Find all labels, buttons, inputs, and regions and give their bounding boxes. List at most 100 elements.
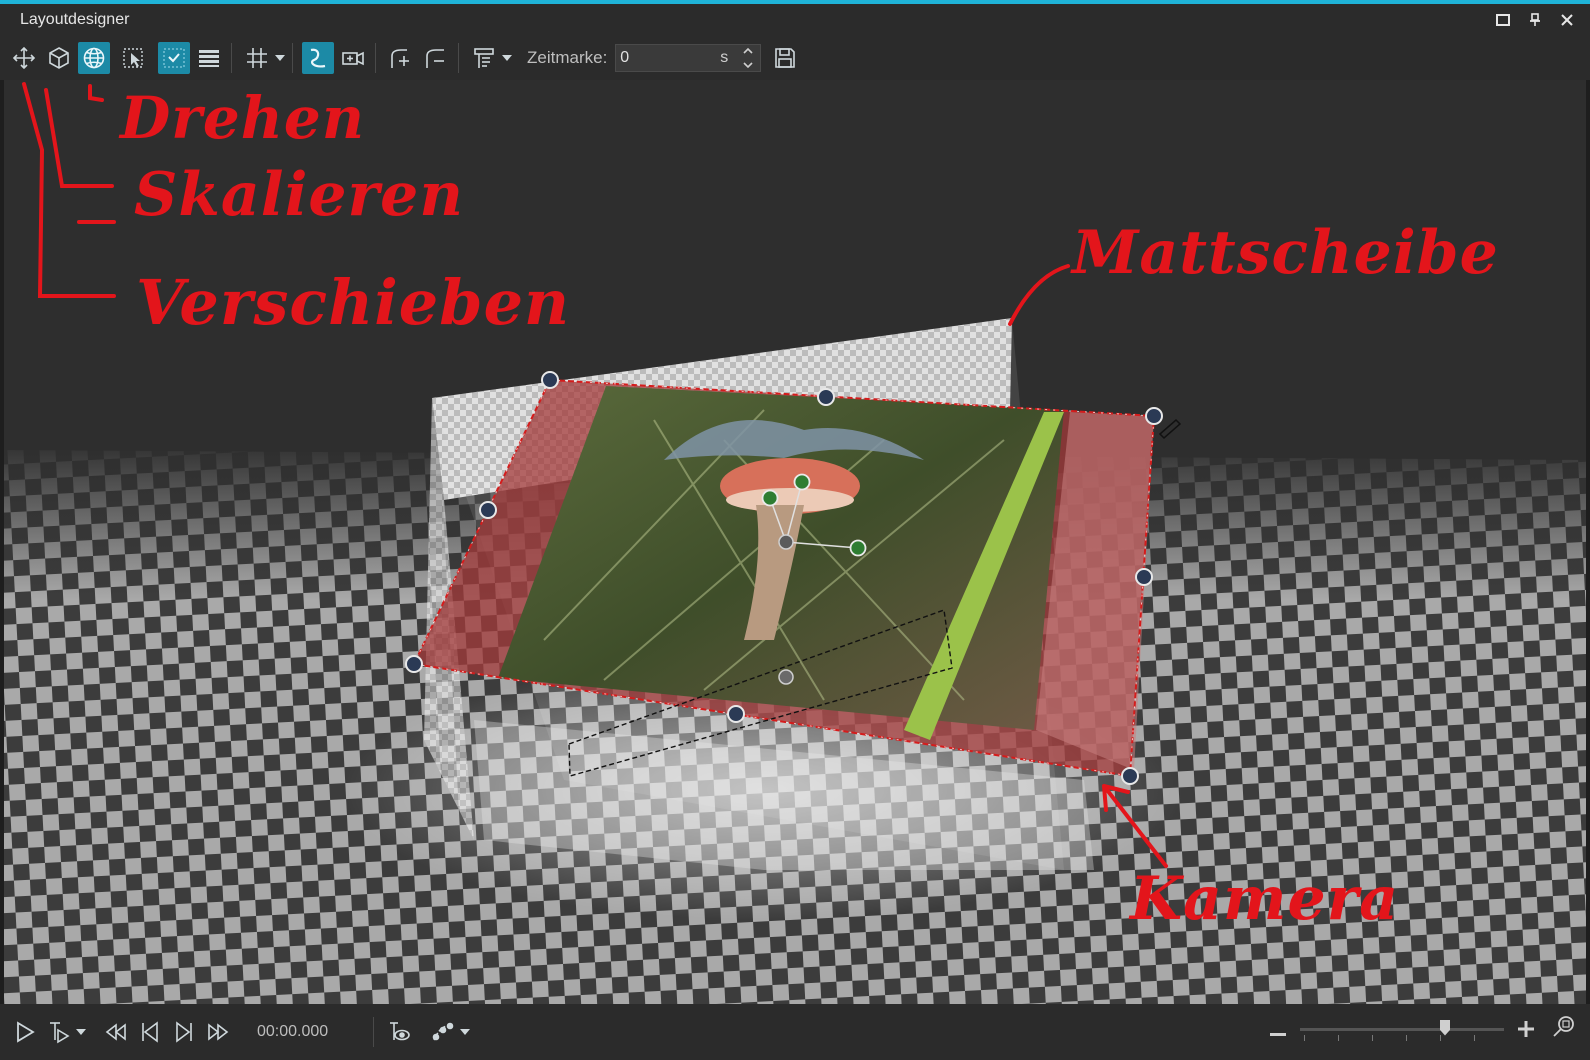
toolbar-separator <box>458 43 459 73</box>
rewind-button[interactable] <box>101 1015 131 1049</box>
zoom-tick <box>1406 1034 1407 1041</box>
preview-visibility-button[interactable] <box>384 1015 414 1049</box>
chevron-down-icon <box>275 55 285 61</box>
motion-path-button[interactable] <box>428 1015 458 1049</box>
timecode-display: 00:00.000 <box>257 1023 329 1040</box>
zoom-tick <box>1440 1034 1441 1041</box>
plus-icon <box>1518 1020 1534 1037</box>
play-selection-button[interactable] <box>44 1015 74 1049</box>
play-button[interactable] <box>10 1015 40 1049</box>
corner-handle-bottom-left[interactable] <box>405 655 423 673</box>
fast-forward-button[interactable] <box>203 1015 233 1049</box>
spin-down-icon[interactable] <box>743 62 753 69</box>
move-arrows-icon <box>12 46 36 70</box>
play-from-marker-icon <box>50 1022 70 1044</box>
selection-cursor-icon <box>123 48 143 68</box>
motion-path-icon <box>432 1022 454 1041</box>
eye-marker-icon <box>390 1022 410 1041</box>
window-controls <box>1492 10 1578 30</box>
rotate-tool-button[interactable] <box>78 42 110 74</box>
annotation-mattscheibe: Mattscheibe <box>1072 218 1499 288</box>
zoom-tick <box>1372 1034 1373 1041</box>
layers-button[interactable] <box>193 42 225 74</box>
next-keyframe-button[interactable] <box>169 1015 199 1049</box>
grid-dropdown-button[interactable] <box>274 42 286 74</box>
align-icon <box>474 48 494 68</box>
grid-icon <box>247 48 267 68</box>
timestamp-label: Zeitmarke: <box>527 48 608 67</box>
zoom-tick <box>1474 1034 1475 1041</box>
pivot-handle[interactable] <box>793 473 811 491</box>
spin-up-icon[interactable] <box>743 47 753 54</box>
select-tool-button[interactable] <box>118 42 150 74</box>
pivot-handle[interactable] <box>849 539 867 557</box>
pen-cursor-icon <box>1158 418 1182 440</box>
title-bar: Layoutdesigner <box>0 4 1590 36</box>
zoom-fit-button[interactable] <box>1552 1014 1576 1045</box>
zoom-slider[interactable] <box>1300 1015 1504 1045</box>
chevron-down-icon <box>502 55 512 61</box>
toolbar-separator <box>292 43 293 73</box>
timestamp-value: 0 <box>620 49 630 66</box>
skip-back-icon <box>142 1021 158 1043</box>
annotation-drehen: Drehen <box>120 84 365 152</box>
play-icon <box>17 1021 35 1043</box>
zoom-slider-thumb[interactable] <box>1440 1019 1450 1036</box>
chevron-down-icon <box>460 1029 470 1035</box>
remove-keyframe-button[interactable] <box>420 42 452 74</box>
save-button[interactable] <box>769 42 801 74</box>
add-keyframe-icon <box>391 49 409 68</box>
playback-bar: 00:00.000 <box>0 1004 1590 1060</box>
motion-path-dropdown[interactable] <box>459 1016 471 1048</box>
edge-handle-right[interactable] <box>1135 568 1153 586</box>
move-tool-button[interactable] <box>8 42 40 74</box>
pin-button[interactable] <box>1524 10 1546 30</box>
zoom-control <box>1266 1014 1576 1045</box>
edge-handle-top[interactable] <box>817 388 835 406</box>
timestamp-input[interactable]: 0 s <box>615 44 762 72</box>
align-button[interactable] <box>468 42 500 74</box>
zoom-in-button[interactable] <box>1514 1016 1538 1044</box>
maximize-button[interactable] <box>1492 10 1514 30</box>
globe-icon <box>83 47 105 69</box>
edge-handle-left[interactable] <box>479 501 497 519</box>
camera-icon <box>342 51 364 66</box>
layers-icon <box>199 50 219 67</box>
minus-icon <box>1270 1032 1286 1036</box>
maximize-icon <box>1496 14 1510 26</box>
zoom-tick <box>1304 1034 1305 1041</box>
path-tool-button[interactable] <box>302 42 334 74</box>
snap-toggle-button[interactable] <box>158 42 190 74</box>
window-title: Layoutdesigner <box>20 11 130 28</box>
skip-forward-icon <box>176 1021 192 1043</box>
zoom-tick <box>1338 1034 1339 1041</box>
align-dropdown-button[interactable] <box>501 42 513 74</box>
floor-pivot-handle[interactable] <box>778 669 794 685</box>
play-mode-dropdown[interactable] <box>75 1016 87 1048</box>
corner-handle-top-left[interactable] <box>541 371 559 389</box>
corner-handle-top-right[interactable] <box>1145 407 1163 425</box>
bottombar-separator <box>373 1017 374 1047</box>
pivot-center-handle[interactable] <box>778 534 794 550</box>
layout-canvas[interactable]: Drehen Skalieren Verschieben Mattscheibe… <box>4 80 1586 1004</box>
edge-handle-bottom[interactable] <box>727 705 745 723</box>
zoom-out-button[interactable] <box>1266 1016 1290 1044</box>
pin-icon <box>1530 13 1540 26</box>
timestamp-spinner[interactable] <box>740 47 756 69</box>
snap-check-icon <box>163 48 185 68</box>
grid-button[interactable] <box>241 42 273 74</box>
previous-keyframe-button[interactable] <box>135 1015 165 1049</box>
curve-path-icon <box>310 48 326 68</box>
pivot-handle[interactable] <box>761 489 779 507</box>
remove-keyframe-icon <box>426 49 444 68</box>
add-keyframe-button[interactable] <box>385 42 417 74</box>
toolbar-separator <box>375 43 376 73</box>
zoom-slider-track <box>1300 1027 1504 1031</box>
scale-tool-button[interactable] <box>43 42 75 74</box>
toolbar-separator <box>231 43 232 73</box>
camera-button[interactable] <box>337 42 369 74</box>
corner-handle-bottom-right[interactable] <box>1121 767 1139 785</box>
fast-forward-icon <box>208 1023 229 1041</box>
close-icon <box>1561 14 1573 26</box>
close-button[interactable] <box>1556 10 1578 30</box>
